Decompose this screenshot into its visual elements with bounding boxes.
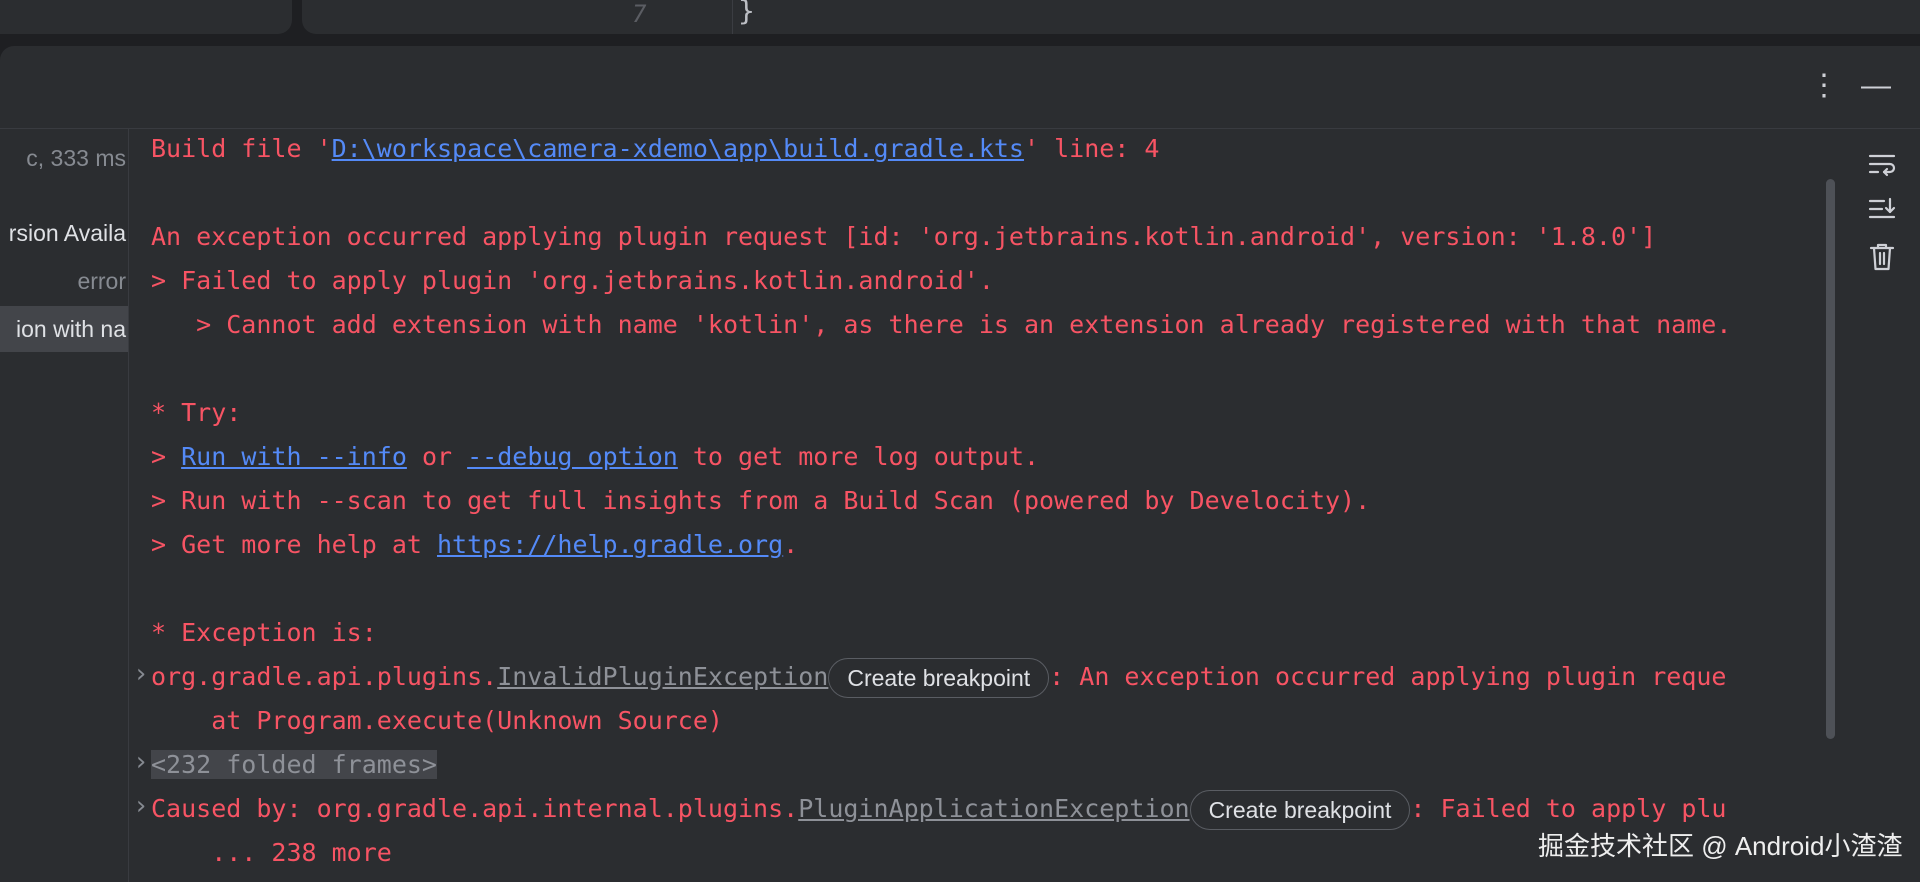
scroll-to-end-icon[interactable] xyxy=(1862,191,1902,231)
tree-item-error[interactable]: error xyxy=(0,258,128,304)
exception-class-link[interactable]: PluginApplicationException xyxy=(798,794,1189,823)
build-output-console[interactable]: Build file 'D:\workspace\camera-xdemo\ap… xyxy=(129,129,1841,882)
console-line: * Exception is: xyxy=(151,618,377,647)
folded-frames[interactable]: <232 folded frames> xyxy=(151,750,437,779)
expand-arrow-icon[interactable]: › xyxy=(133,659,149,689)
watermark-text: 掘金技术社区 @ Android小渣渣 xyxy=(1538,831,1903,861)
console-line: > Failed to apply plugin 'org.jetbrains.… xyxy=(151,266,994,295)
build-file-link[interactable]: D:\workspace\camera-xdemo\app\build.grad… xyxy=(332,134,1024,163)
tree-item-build-status[interactable]: c, 333 ms xyxy=(0,135,128,181)
console-line: ... 238 more xyxy=(151,838,392,867)
tree-item-extension-error[interactable]: ion with na xyxy=(0,306,128,352)
gutter-divider xyxy=(732,0,733,34)
console-line: > Run with --scan to get full insights f… xyxy=(151,486,1371,515)
tool-window-header: ⋮ — xyxy=(0,46,1920,129)
minimize-icon[interactable]: — xyxy=(1858,68,1894,104)
console-line: Build file 'D:\workspace\camera-xdemo\ap… xyxy=(151,134,1160,163)
create-breakpoint-button[interactable]: Create breakpoint xyxy=(1189,790,1411,830)
console-line-folded[interactable]: <232 folded frames> xyxy=(151,745,437,785)
tree-item-version-available[interactable]: rsion Availa xyxy=(0,210,128,256)
code-editor[interactable]: 7 } xyxy=(302,0,1920,34)
expand-arrow-icon[interactable]: › xyxy=(133,791,149,821)
exception-class-link[interactable]: InvalidPluginException xyxy=(497,662,828,691)
create-breakpoint-button[interactable]: Create breakpoint xyxy=(828,658,1050,698)
build-tool-window: ⋮ — c, 333 ms rsion Availa error ion wit… xyxy=(0,46,1920,882)
gradle-help-link[interactable]: https://help.gradle.org xyxy=(437,530,783,559)
console-line: > Get more help at https://help.gradle.o… xyxy=(151,530,799,559)
line-number: 7 xyxy=(632,0,647,28)
build-tree: c, 333 ms rsion Availa error ion with na xyxy=(0,129,129,882)
console-line: An exception occurred applying plugin re… xyxy=(151,222,1657,251)
console-actions xyxy=(1842,129,1920,882)
more-options-icon[interactable]: ⋮ xyxy=(1806,68,1842,104)
console-line: > Run with --info or --debug option to g… xyxy=(151,442,1040,471)
trash-icon[interactable] xyxy=(1862,237,1902,277)
editor-left-panel xyxy=(0,0,292,34)
vertical-scrollbar[interactable] xyxy=(1826,179,1835,739)
code-line[interactable]: } xyxy=(738,0,755,27)
console-line-caused-by: Caused by: org.gradle.api.internal.plugi… xyxy=(151,789,1726,830)
console-line: * Try: xyxy=(151,398,242,427)
soft-wrap-icon[interactable] xyxy=(1862,145,1902,185)
console-line-exception: org.gradle.api.plugins.InvalidPluginExce… xyxy=(151,657,1726,698)
editor-area: 7 } xyxy=(0,0,1920,38)
debug-option-link[interactable]: --debug option xyxy=(467,442,678,471)
expand-arrow-icon[interactable]: › xyxy=(133,747,149,777)
console-line: > Cannot add extension with name 'kotlin… xyxy=(151,310,1732,339)
console-line: at Program.execute(Unknown Source) xyxy=(151,706,723,735)
run-with-info-link[interactable]: Run with --info xyxy=(181,442,407,471)
